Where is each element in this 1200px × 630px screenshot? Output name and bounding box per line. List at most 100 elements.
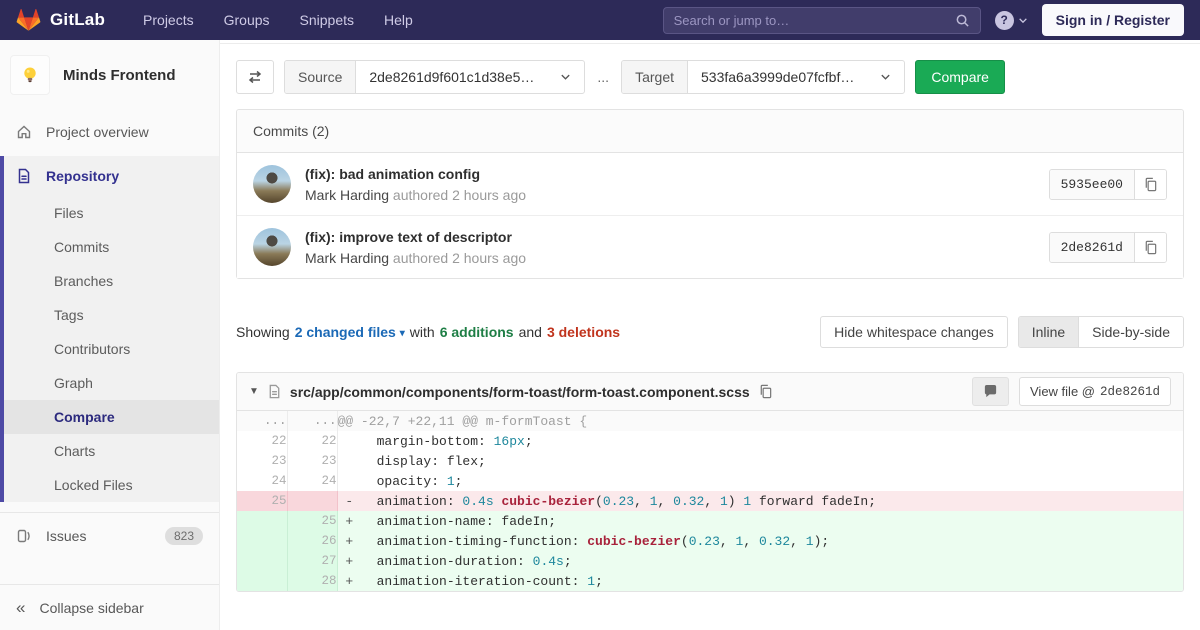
toggle-comments-button[interactable]: [972, 377, 1009, 406]
commit-meta: Mark Harding authored 2 hours ago: [305, 250, 1049, 266]
swap-revisions-button[interactable]: [236, 60, 274, 94]
commit-sha-group: 5935ee00: [1049, 169, 1167, 200]
commit-author[interactable]: Mark Harding: [305, 250, 389, 266]
old-line-number[interactable]: 25: [237, 491, 287, 511]
copy-path-icon[interactable]: [758, 384, 773, 399]
project-title-row[interactable]: Minds Frontend: [0, 40, 219, 112]
commit-title[interactable]: (fix): bad animation config: [305, 166, 1049, 182]
commit-author[interactable]: Mark Harding: [305, 187, 389, 203]
old-line-number[interactable]: 22: [237, 431, 287, 451]
diff-code: animation-iteration-count: 1;: [361, 571, 1183, 591]
new-line-number[interactable]: 25: [287, 511, 337, 531]
copy-sha-button[interactable]: [1135, 170, 1166, 199]
code-segment: animation-duration:: [361, 554, 533, 569]
sidebar-item-locked-files[interactable]: Locked Files: [4, 468, 219, 502]
code-segment: 1: [806, 534, 814, 549]
source-branch-select[interactable]: Source 2de8261d9f601c1d38e5…: [284, 60, 585, 94]
diff-sign: -: [337, 491, 361, 511]
code-segment: cubic-bezier: [501, 494, 595, 509]
caret-down-icon: ▾: [400, 328, 405, 339]
nav-projects[interactable]: Projects: [143, 12, 194, 28]
nav-snippets[interactable]: Snippets: [300, 12, 354, 28]
diff-code: margin-bottom: 16px;: [361, 431, 1183, 451]
hunk-header: @@ -22,7 +22,11 @@ m-formToast {: [337, 411, 1183, 431]
file-path[interactable]: src/app/common/components/form-toast/for…: [290, 384, 750, 400]
help-menu[interactable]: ?: [995, 11, 1028, 30]
commits-header: Commits (2): [237, 110, 1183, 153]
with-label: with: [410, 324, 435, 340]
sidebar-item-compare[interactable]: Compare: [4, 400, 219, 434]
sidebar-item-issues[interactable]: Issues 823: [0, 512, 219, 559]
sidebar-item-graph[interactable]: Graph: [4, 366, 219, 400]
nav-help[interactable]: Help: [384, 12, 413, 28]
hide-whitespace-button[interactable]: Hide whitespace changes: [820, 316, 1008, 348]
new-line-number[interactable]: 28: [287, 571, 337, 591]
code-segment: 0.4s: [533, 554, 564, 569]
changed-files-dropdown[interactable]: 2 changed files ▾: [295, 324, 405, 340]
side-by-side-view-button[interactable]: Side-by-side: [1078, 317, 1183, 347]
commit-title[interactable]: (fix): improve text of descriptor: [305, 229, 1049, 245]
code-segment: 0.23: [603, 494, 634, 509]
repository-section: Repository FilesCommitsBranchesTagsContr…: [0, 156, 219, 502]
commit-authored-time: authored 2 hours ago: [393, 187, 526, 203]
old-line-number[interactable]: [237, 551, 287, 571]
commit-author-avatar[interactable]: [253, 165, 291, 203]
new-line-number[interactable]: 23: [287, 451, 337, 471]
code-segment: );: [814, 534, 830, 549]
commit-author-avatar[interactable]: [253, 228, 291, 266]
diff-sign: [337, 451, 361, 471]
sidebar-item-charts[interactable]: Charts: [4, 434, 219, 468]
navbar-right: ? Sign in / Register: [663, 4, 1184, 36]
search-input[interactable]: [674, 13, 955, 28]
new-line-number[interactable]: [287, 491, 337, 511]
repo-subnav: FilesCommitsBranchesTagsContributorsGrap…: [4, 196, 219, 502]
collapse-diff-caret[interactable]: ▼: [249, 386, 259, 397]
collapse-sidebar-label: Collapse sidebar: [39, 600, 143, 616]
sidebar-item-label: Repository: [46, 168, 119, 184]
file-diff-header: ▼ src/app/common/components/form-toast/f…: [237, 373, 1183, 411]
sidebar-item-contributors[interactable]: Contributors: [4, 332, 219, 366]
code-segment: 1: [650, 494, 658, 509]
old-line-number[interactable]: 24: [237, 471, 287, 491]
sidebar-item-tags[interactable]: Tags: [4, 298, 219, 332]
collapse-sidebar-button[interactable]: « Collapse sidebar: [0, 584, 219, 630]
compare-button[interactable]: Compare: [915, 60, 1005, 94]
sidebar-item-commits[interactable]: Commits: [4, 230, 219, 264]
code-segment: 0.4s: [462, 494, 493, 509]
diff-line: 25 - animation: 0.4s cubic-bezier(0.23, 1…: [237, 491, 1183, 511]
sidebar-item-files[interactable]: Files: [4, 196, 219, 230]
sidebar-item-branches[interactable]: Branches: [4, 264, 219, 298]
sidebar-item-project-overview[interactable]: Project overview: [0, 112, 219, 152]
sidebar-item-label: Project overview: [46, 124, 149, 140]
nav-groups[interactable]: Groups: [224, 12, 270, 28]
commits-panel: Commits (2) (fix): bad animation config M…: [236, 109, 1184, 279]
gitlab-logo[interactable]: GitLab: [16, 8, 105, 32]
global-search[interactable]: [663, 7, 981, 34]
new-line-number[interactable]: 24: [287, 471, 337, 491]
new-line-number[interactable]: ...: [287, 411, 337, 431]
diff-view-toggle: Inline Side-by-side: [1018, 316, 1184, 348]
diff-code: animation: 0.4s cubic-bezier(0.23, 1, 0.…: [361, 491, 1183, 511]
search-icon: [955, 13, 970, 28]
new-line-number[interactable]: 26: [287, 531, 337, 551]
sidebar: Minds Frontend Project overview Reposito…: [0, 40, 220, 630]
view-file-button[interactable]: View file @ 2de8261d: [1019, 377, 1171, 406]
old-line-number[interactable]: [237, 531, 287, 551]
new-line-number[interactable]: 22: [287, 431, 337, 451]
copy-sha-button[interactable]: [1135, 233, 1166, 262]
code-segment: 16px: [494, 434, 525, 449]
old-line-number[interactable]: ...: [237, 411, 287, 431]
old-line-number[interactable]: [237, 571, 287, 591]
old-line-number[interactable]: [237, 511, 287, 531]
commit-sha[interactable]: 2de8261d: [1050, 233, 1135, 262]
commit-sha[interactable]: 5935ee00: [1050, 170, 1135, 199]
target-branch-select[interactable]: Target 533fa6a3999de07fcfbf…: [621, 60, 905, 94]
new-line-number[interactable]: 27: [287, 551, 337, 571]
old-line-number[interactable]: 23: [237, 451, 287, 471]
sidebar-item-repository[interactable]: Repository: [4, 156, 219, 196]
sign-in-register-button[interactable]: Sign in / Register: [1042, 4, 1184, 36]
project-name: Minds Frontend: [63, 67, 176, 84]
inline-view-button[interactable]: Inline: [1019, 317, 1078, 347]
code-segment: margin-bottom:: [361, 434, 494, 449]
code-segment: ,: [704, 494, 720, 509]
